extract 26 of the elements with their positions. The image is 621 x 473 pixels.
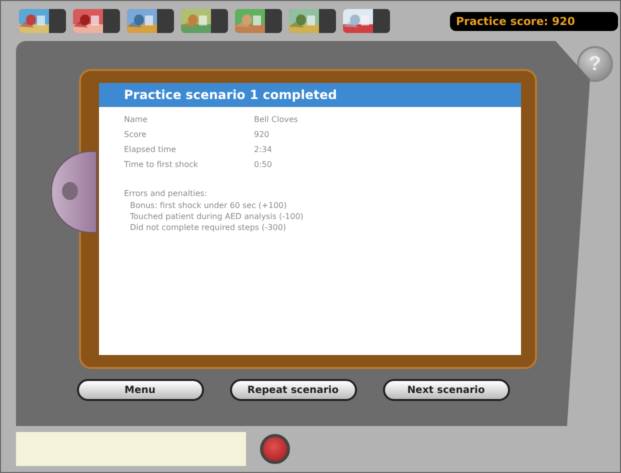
penalty-item: Did not complete required steps (-300) <box>129 222 288 233</box>
practice-score: Practice score: 920 <box>450 12 618 30</box>
field-label: Score <box>124 130 148 139</box>
scenario-thumbnail[interactable] <box>289 9 336 33</box>
field-value: 0:50 <box>254 160 273 169</box>
nav-button[interactable]: Next scenario <box>382 379 510 401</box>
field-label: Time to first shock <box>124 160 200 169</box>
field-label: Name <box>124 115 149 124</box>
scenario-thumbnail[interactable] <box>73 9 120 33</box>
scenario-thumbnail[interactable] <box>181 9 228 33</box>
field-label: Elapsed time <box>124 145 178 154</box>
nav-button[interactable]: Menu <box>76 379 204 401</box>
nav-button[interactable]: Repeat scenario <box>230 379 356 401</box>
field-value: Bell Cloves <box>254 115 299 124</box>
scenario-thumbnail[interactable] <box>343 9 390 33</box>
scenario-thumbnail[interactable] <box>19 9 66 33</box>
scenario-thumbnail[interactable] <box>127 9 174 33</box>
field-value: 2:34 <box>254 145 273 154</box>
scenario-thumbnail[interactable] <box>235 9 282 33</box>
errors-heading: Errors and penalties: <box>124 189 208 198</box>
penalty-item: Bonus: first shock under 60 sec (+100) <box>129 200 288 211</box>
penalty-item: Touched patient during AED analysis (-100) <box>129 211 304 222</box>
dialog-title: Practice scenario 1 completed <box>99 83 521 107</box>
record-button[interactable] <box>260 434 290 464</box>
field-value: 920 <box>254 130 270 139</box>
input-field[interactable] <box>16 432 246 466</box>
